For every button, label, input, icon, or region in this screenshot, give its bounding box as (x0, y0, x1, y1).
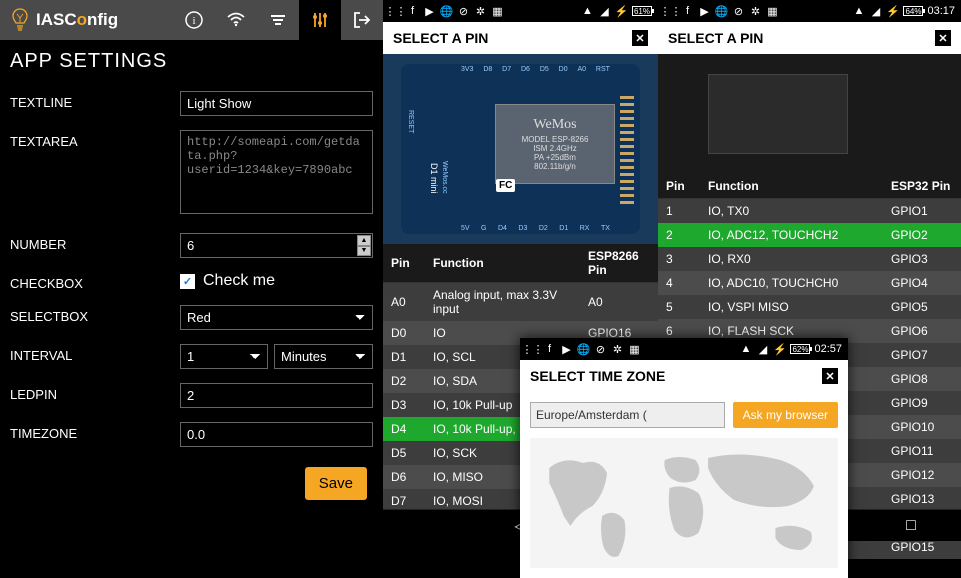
clock: 02:57 (814, 343, 842, 355)
youtube-icon: ▶ (698, 5, 711, 18)
info-icon[interactable]: i (173, 0, 215, 40)
grid-icon: ▦ (491, 5, 504, 18)
timezone-select[interactable]: Europe/Amsterdam ( (530, 402, 725, 428)
timezone-modal: ⋮⋮ f ▶ 🌐 ⊘ ✲ ▦ ▲ ◢ ⚡ 62% 02:57 SELECT TI… (520, 338, 848, 578)
globe-icon: 🌐 (440, 5, 453, 18)
pin-row[interactable]: A0Analog input, max 3.3V inputA0 (383, 283, 658, 322)
gear-icon: ✲ (474, 5, 487, 18)
app-title: IASConfig (36, 10, 118, 30)
esp32-board-image (658, 54, 961, 174)
modal-title: SELECT A PIN (668, 30, 763, 46)
textarea-label: TEXTAREA (10, 130, 180, 149)
number-up-icon[interactable]: ▲ (357, 235, 371, 246)
sliders-icon[interactable] (299, 0, 341, 40)
settings-panel: IASConfig i APP SETTINGS TEXTLINE TEXTAR… (0, 0, 383, 541)
interval-label: INTERVAL (10, 344, 180, 363)
pin-row[interactable]: 2IO, ADC12, TOUCHCH2GPIO2 (658, 223, 961, 247)
dots-icon: ⋮⋮ (664, 5, 677, 18)
interval-value-input[interactable]: 1 (180, 344, 268, 369)
timezone-input[interactable] (180, 422, 373, 447)
status-bar: ⋮⋮ f ▶ 🌐 ⊘ ✲ ▦ ▲ ◢ ⚡ 61% (383, 0, 658, 22)
close-icon[interactable]: ✕ (822, 368, 838, 384)
wifi-icon: ▲ (739, 343, 752, 356)
pin-row[interactable]: 4IO, ADC10, TOUCHCH0GPIO4 (658, 271, 961, 295)
page-title: APP SETTINGS (10, 50, 373, 73)
dots-icon: ⋮⋮ (526, 343, 539, 356)
battery-icon: 61% (632, 6, 652, 16)
save-button[interactable]: Save (305, 467, 367, 500)
fb-icon: f (406, 5, 419, 18)
signal-icon: ◢ (756, 343, 769, 356)
charge-icon: ⚡ (773, 343, 786, 356)
pin-row[interactable]: 3IO, RX0GPIO3 (658, 247, 961, 271)
wifi-icon[interactable] (215, 0, 257, 40)
block-icon: ⊘ (457, 5, 470, 18)
number-input[interactable] (180, 233, 373, 258)
clock: 03:17 (927, 5, 955, 17)
block-icon: ⊘ (732, 5, 745, 18)
svg-text:i: i (192, 15, 195, 27)
gear-icon: ✲ (749, 5, 762, 18)
globe-icon: 🌐 (715, 5, 728, 18)
dots-icon: ⋮⋮ (389, 5, 402, 18)
battery-icon: 62% (790, 344, 810, 354)
close-icon[interactable]: ✕ (935, 30, 951, 46)
fb-icon: f (543, 343, 556, 356)
checkbox-input[interactable]: ✓ (180, 274, 195, 289)
number-down-icon[interactable]: ▼ (357, 246, 371, 257)
ledpin-input[interactable] (180, 383, 373, 408)
app-logo: IASConfig (0, 8, 128, 32)
charge-icon: ⚡ (615, 5, 628, 18)
checkbox-label: CHECKBOX (10, 272, 180, 291)
pin-row[interactable]: 5IO, VSPI MISOGPIO5 (658, 295, 961, 319)
gear-icon: ✲ (611, 343, 624, 356)
world-map[interactable] (530, 438, 838, 568)
wifi-icon: ▲ (581, 5, 594, 18)
modal-title: SELECT A PIN (393, 30, 488, 46)
textarea-input[interactable]: http://someapi.com/getdata.php?userid=12… (180, 130, 373, 214)
interval-unit-input[interactable]: Minutes (274, 344, 373, 369)
checkbox-text: Check me (203, 272, 275, 290)
status-bar: ⋮⋮ f ▶ 🌐 ⊘ ✲ ▦ ▲ ◢ ⚡ 62% 02:57 (520, 338, 848, 360)
bulb-icon (10, 8, 30, 32)
close-icon[interactable]: ✕ (632, 30, 648, 46)
battery-icon: 64% (903, 6, 923, 16)
wifi-icon: ▲ (852, 5, 865, 18)
block-icon: ⊘ (594, 343, 607, 356)
timezone-label: TIMEZONE (10, 422, 180, 441)
pin-row[interactable]: 1IO, TX0GPIO1 (658, 199, 961, 224)
grid-icon: ▦ (766, 5, 779, 18)
recent-icon[interactable]: □ (906, 517, 916, 535)
textline-input[interactable] (180, 91, 373, 116)
youtube-icon: ▶ (423, 5, 436, 18)
exit-icon[interactable] (341, 0, 383, 40)
ledpin-label: LEDPIN (10, 383, 180, 402)
number-label: NUMBER (10, 233, 180, 252)
fb-icon: f (681, 5, 694, 18)
list-icon[interactable] (257, 0, 299, 40)
wemos-board-image: 3V3D8D7D6D5D0A0RST RESET D1 mini WeMos.c… (383, 54, 658, 244)
selectbox-label: SELECTBOX (10, 305, 180, 324)
youtube-icon: ▶ (560, 343, 573, 356)
signal-icon: ◢ (598, 5, 611, 18)
charge-icon: ⚡ (886, 5, 899, 18)
status-bar: ⋮⋮ f ▶ 🌐 ⊘ ✲ ▦ ▲ ◢ ⚡ 64% 03:17 (658, 0, 961, 22)
globe-icon: 🌐 (577, 343, 590, 356)
modal-title: SELECT TIME ZONE (530, 368, 665, 384)
grid-icon: ▦ (628, 343, 641, 356)
toolbar: IASConfig i (0, 0, 383, 40)
signal-icon: ◢ (869, 5, 882, 18)
selectbox-input[interactable]: Red (180, 305, 373, 330)
textline-label: TEXTLINE (10, 91, 180, 110)
ask-browser-button[interactable]: Ask my browser (733, 402, 838, 428)
